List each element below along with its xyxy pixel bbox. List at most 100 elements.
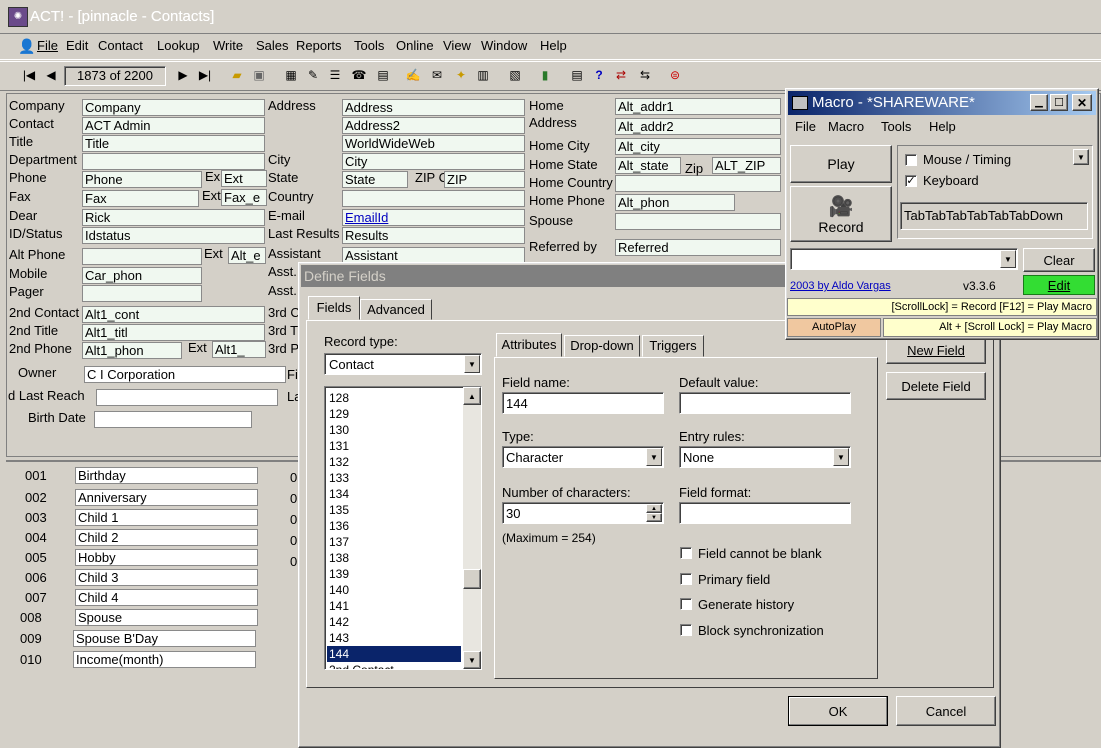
contact-field[interactable]	[82, 248, 202, 265]
macro-edit-button[interactable]: Edit	[1023, 275, 1095, 295]
prev-record-icon[interactable]: ◀	[42, 66, 60, 84]
macro-record-button[interactable]: 🎥 Record	[790, 186, 892, 242]
ext-field[interactable]: Alt1_	[212, 341, 266, 358]
tab-advanced[interactable]: Advanced	[360, 299, 432, 320]
contact-field[interactable]: Rick	[82, 209, 265, 226]
table-icon[interactable]: ▥	[474, 66, 492, 84]
delete-field-button[interactable]: Delete Field	[886, 372, 986, 400]
field-cannot-be-blank-checkbox[interactable]	[680, 547, 692, 559]
contact-field[interactable]	[94, 411, 252, 428]
next-record-icon[interactable]: ▶	[174, 66, 192, 84]
contact-field[interactable]: Alt1_phon	[82, 342, 182, 359]
contact-field[interactable]: Alt_addr2	[615, 118, 781, 135]
macro-menu-help[interactable]: Help	[929, 119, 956, 134]
contact-field[interactable]	[96, 389, 278, 406]
entry-rules-select[interactable]: None ▼	[679, 446, 851, 468]
task-icon[interactable]: ▤	[374, 66, 392, 84]
contact-field[interactable]	[82, 153, 265, 170]
open-folder-icon[interactable]: ▰	[228, 66, 246, 84]
user-field[interactable]: Anniversary	[75, 489, 258, 506]
contact-field[interactable]	[342, 190, 525, 207]
menu-write[interactable]: Write	[213, 38, 243, 53]
menu-tools[interactable]: Tools	[354, 38, 384, 53]
ok-button[interactable]: OK	[788, 696, 888, 726]
contact-field[interactable]: C I Corporation	[84, 366, 286, 383]
contact-field[interactable]: Title	[82, 135, 265, 152]
record-type-select[interactable]: Contact ▼	[324, 353, 482, 375]
user-field[interactable]: Child 3	[75, 569, 258, 586]
tab-dropdown[interactable]: Drop-down	[564, 335, 640, 357]
sync-icon[interactable]: ⇄	[612, 66, 630, 84]
contact-field[interactable]: State	[342, 171, 408, 188]
contact-field[interactable]: WorldWideWeb	[342, 135, 525, 152]
menu-edit[interactable]: Edit	[66, 38, 88, 53]
contact-field[interactable]: Referred	[615, 239, 781, 256]
calendar-icon[interactable]: ▧	[506, 66, 524, 84]
generate-history-checkbox[interactable]	[680, 598, 692, 610]
menu-online[interactable]: Online	[396, 38, 434, 53]
contact-field[interactable]	[82, 285, 202, 302]
field-list-item[interactable]: 142	[327, 614, 461, 630]
user-field[interactable]: Child 1	[75, 509, 258, 526]
contact-icon[interactable]: ▦	[282, 66, 300, 84]
field-list-item[interactable]: 128	[327, 390, 461, 406]
field-list-item[interactable]: 143	[327, 630, 461, 646]
user-field[interactable]: Income(month)	[73, 651, 256, 668]
contact-field[interactable]: Idstatus	[82, 227, 265, 244]
contact-field[interactable]: EmailId	[342, 209, 525, 226]
macro-maximize-button[interactable]: ☐	[1050, 94, 1068, 111]
contact-field[interactable]: Address	[342, 99, 525, 116]
zip-field[interactable]: ZIP	[444, 171, 525, 188]
contact-field[interactable]: Alt_addr1	[615, 98, 781, 115]
contact-field[interactable]: Alt_city	[615, 138, 781, 155]
record-macro-icon[interactable]: ⊜	[666, 66, 684, 84]
stepper-up[interactable]: ▲	[646, 504, 662, 513]
help-icon[interactable]: ?	[590, 66, 608, 84]
contact-field[interactable]: Alt_phon	[615, 194, 735, 211]
field-list-item[interactable]: 144	[327, 646, 461, 662]
swap-icon[interactable]: ⇆	[636, 66, 654, 84]
lookup-icon[interactable]: ✦	[452, 66, 470, 84]
macro-menu-tools[interactable]: Tools	[881, 119, 911, 134]
macro-close-button[interactable]: ✕	[1072, 94, 1092, 111]
field-list-item[interactable]: 138	[327, 550, 461, 566]
save-icon[interactable]: ▣	[250, 66, 268, 84]
field-list-item[interactable]: 135	[327, 502, 461, 518]
write-icon[interactable]: ✍	[404, 66, 422, 84]
macro-credit-link[interactable]: 2003 by Aldo Vargas	[790, 280, 891, 292]
fields-listbox[interactable]: 128 129 130 131 132 133 134 135 136 137 138 139 140 1…	[324, 386, 482, 670]
field-list-item[interactable]: 131	[327, 438, 461, 454]
contact-field[interactable]: Alt_state	[615, 157, 681, 174]
menu-contact[interactable]: Contact	[98, 38, 143, 53]
field-list-item[interactable]: 140	[327, 582, 461, 598]
field-list-item[interactable]: 139	[327, 566, 461, 582]
contact-field[interactable]: Results	[342, 227, 525, 244]
tab-triggers[interactable]: Triggers	[642, 335, 704, 357]
contact-field[interactable]	[615, 213, 781, 230]
contact-field[interactable]: ACT Admin	[82, 117, 265, 134]
stepper-down[interactable]: ▼	[646, 513, 662, 522]
contact-field[interactable]: Alt1_cont	[82, 306, 265, 323]
contact-field[interactable]: Car_phon	[82, 267, 202, 284]
field-list-item[interactable]: 141	[327, 598, 461, 614]
field-format-input[interactable]	[679, 502, 851, 524]
menu-reports[interactable]: Reports	[296, 38, 342, 53]
macro-clear-button[interactable]: Clear	[1023, 248, 1095, 272]
field-name-input[interactable]: 144	[502, 392, 664, 414]
menu-view[interactable]: View	[443, 38, 471, 53]
type-select[interactable]: Character ▼	[502, 446, 664, 468]
field-list-item[interactable]: 130	[327, 422, 461, 438]
block-sync-checkbox[interactable]	[680, 624, 692, 636]
field-list-item[interactable]: 2nd Contact	[327, 662, 461, 669]
user-field[interactable]: Spouse	[75, 609, 258, 626]
keyboard-checkbox[interactable]: ✓	[905, 175, 917, 187]
menu-lookup[interactable]: Lookup	[157, 38, 200, 53]
scroll-thumb[interactable]	[463, 569, 481, 589]
user-field[interactable]: Child 4	[75, 589, 258, 606]
ext-field[interactable]: Alt_e	[228, 247, 266, 264]
field-list-item[interactable]: 132	[327, 454, 461, 470]
field-list-item[interactable]: 137	[327, 534, 461, 550]
field-list-item[interactable]: 129	[327, 406, 461, 422]
cancel-button[interactable]: Cancel	[896, 696, 996, 726]
report-icon[interactable]: ▤	[568, 66, 586, 84]
